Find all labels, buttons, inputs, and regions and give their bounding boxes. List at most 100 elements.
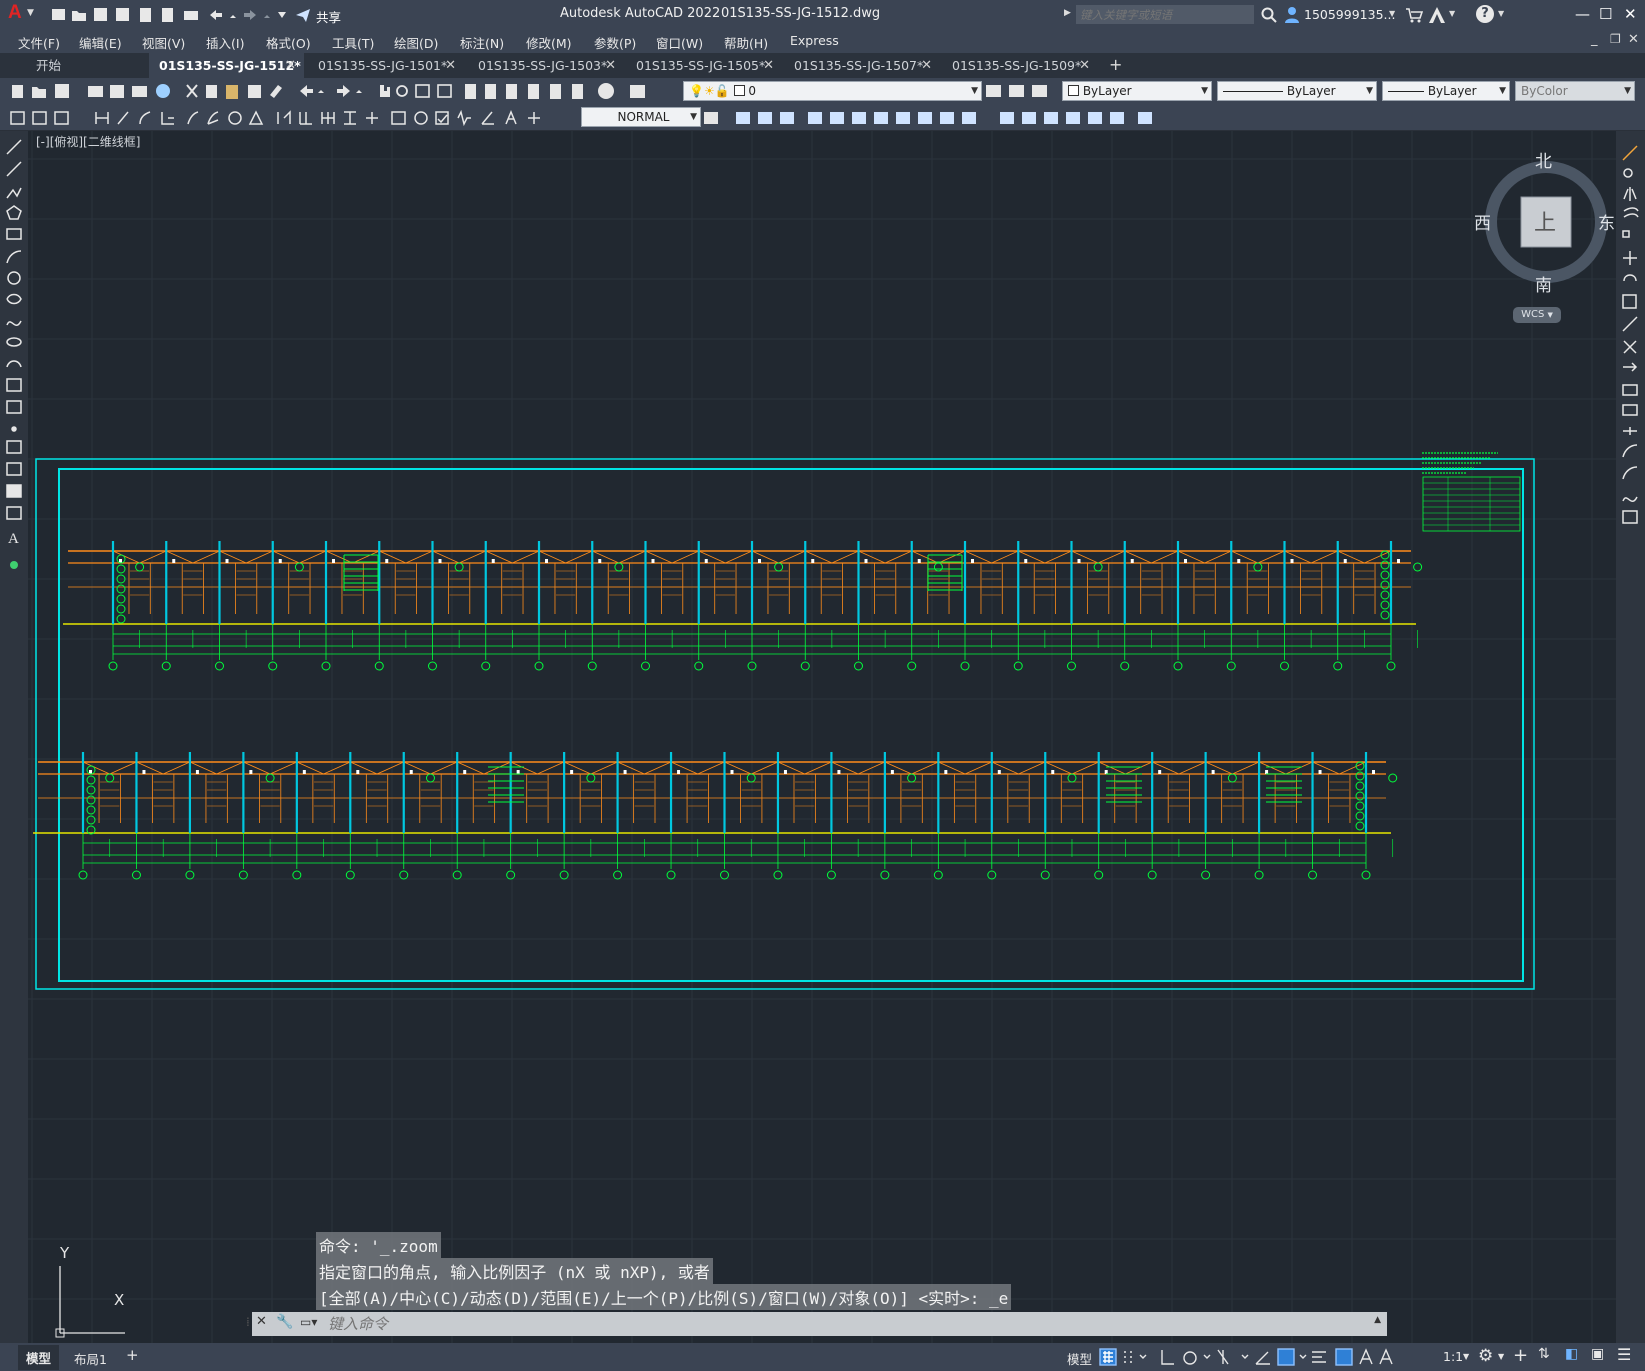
customization-menu-icon[interactable]: ☰: [1617, 1345, 1631, 1364]
ellipse-arc-icon[interactable]: [6, 360, 22, 368]
model-space-canvas[interactable]: [-][俯视][二维线框] 上 北 南 西 东 WCS ▼ Y X 命令: '_…: [28, 131, 1616, 1352]
copy-obj-icon[interactable]: [758, 112, 772, 124]
search-expand-arrow-icon[interactable]: ▶: [1064, 8, 1071, 18]
autodesk-a360-icon[interactable]: [1428, 6, 1446, 24]
edit-polyline-icon[interactable]: [1110, 112, 1124, 124]
command-grip-icon[interactable]: ⁞: [246, 1315, 250, 1329]
tab-start[interactable]: 开始: [26, 53, 146, 78]
user-dropdown-icon[interactable]: ▼: [1389, 9, 1395, 18]
undo-drop-icon[interactable]: [318, 90, 324, 93]
search-input[interactable]: [1076, 5, 1254, 24]
3d-dwf-icon[interactable]: [156, 84, 170, 98]
erase-icon[interactable]: [736, 112, 750, 124]
plot-icon[interactable]: [184, 11, 198, 20]
tab-1505[interactable]: 01S135-SS-JG-1505* ✕: [626, 53, 782, 78]
save-as-icon[interactable]: [116, 8, 129, 21]
menu-tools[interactable]: 工具(T): [332, 33, 374, 52]
offset-icon[interactable]: [1623, 207, 1639, 218]
scale-icon[interactable]: [1622, 294, 1637, 309]
break-icon[interactable]: [1000, 112, 1014, 124]
workspace-dropdown-icon[interactable]: ▼: [1498, 1352, 1504, 1361]
minimize-icon[interactable]: —: [1575, 5, 1590, 23]
layer-state-icon[interactable]: [1032, 85, 1047, 97]
tab-1501[interactable]: 01S135-SS-JG-1501* ✕: [308, 53, 464, 78]
annotation-scale-dropdown-icon[interactable]: ▼: [1463, 1352, 1469, 1361]
snap-icon[interactable]: [1124, 1351, 1132, 1363]
save-icon[interactable]: [55, 84, 69, 98]
redo-icon[interactable]: [337, 85, 350, 97]
design-center-icon[interactable]: [485, 84, 496, 99]
insert-block-icon[interactable]: [6, 378, 22, 392]
jogged-linear-icon[interactable]: [457, 109, 471, 127]
undo-dropdown-icon[interactable]: [230, 15, 236, 18]
lineweight-toggle-icon[interactable]: [1312, 1351, 1326, 1363]
zoom-previous-icon[interactable]: [437, 84, 452, 98]
add-layout-button[interactable]: +: [126, 1346, 139, 1364]
open-icon[interactable]: [72, 11, 86, 21]
iso-dropdown-icon[interactable]: [1241, 1354, 1249, 1359]
menu-dimension[interactable]: 标注(N): [460, 33, 504, 52]
auto-scale-icon[interactable]: [1379, 1348, 1393, 1365]
user-name[interactable]: 1505999135...: [1304, 7, 1395, 22]
redo-dropdown-icon[interactable]: [264, 15, 270, 18]
customize-qat-icon[interactable]: [278, 12, 286, 18]
move-icon[interactable]: [1623, 251, 1637, 265]
mirror-icon[interactable]: [1623, 187, 1637, 201]
continue-icon[interactable]: [321, 112, 335, 124]
menu-express[interactable]: Express: [790, 33, 839, 48]
layer-dropdown[interactable]: 💡☀🔓 0 ▼: [683, 81, 982, 101]
new-tab-button[interactable]: +: [1109, 55, 1122, 74]
scale-icon[interactable]: [896, 112, 910, 124]
match-properties-icon[interactable]: [248, 85, 261, 98]
menu-modify[interactable]: 修改(M): [526, 33, 572, 52]
table-icon[interactable]: [6, 506, 22, 520]
ordinate-icon[interactable]: [161, 112, 174, 125]
autocad-logo[interactable]: A: [8, 2, 22, 24]
linetype-dropdown[interactable]: ByLayer ▼: [1217, 81, 1377, 101]
arc-length-icon[interactable]: [139, 111, 151, 125]
close-icon[interactable]: ✕: [1624, 5, 1637, 23]
open-icon[interactable]: [32, 87, 46, 98]
osnap-dropdown-icon[interactable]: [1299, 1354, 1307, 1359]
redo-drop-icon[interactable]: [356, 90, 362, 93]
tab-1507[interactable]: 01S135-SS-JG-1507* ✕: [784, 53, 940, 78]
offset-icon[interactable]: [808, 112, 822, 124]
menu-draw[interactable]: 绘图(D): [394, 33, 438, 52]
command-close-icon[interactable]: ✕: [256, 1314, 267, 1329]
cut-icon[interactable]: [186, 84, 198, 98]
dim-update-icon[interactable]: [528, 112, 540, 124]
aligned-dim-icon[interactable]: [117, 111, 129, 125]
help-dropdown-icon[interactable]: ▼: [1498, 9, 1504, 18]
polyline-icon[interactable]: [6, 187, 22, 199]
workspace-gear-icon[interactable]: ⚙: [1478, 1346, 1493, 1366]
array-icon[interactable]: [1622, 230, 1630, 238]
create-block-icon[interactable]: [54, 111, 69, 125]
save-icon[interactable]: [94, 8, 107, 21]
tab-1512[interactable]: 01S135-SS-JG-1512* ✕: [149, 53, 304, 78]
cart-icon[interactable]: [1405, 7, 1423, 23]
snap-dropdown-icon[interactable]: [1139, 1354, 1147, 1359]
make-current-icon[interactable]: [986, 85, 1001, 97]
chamfer-icon[interactable]: [1622, 444, 1638, 458]
doc-minimize-icon[interactable]: _: [1591, 32, 1598, 47]
spline-icon[interactable]: [6, 320, 22, 327]
trim-icon[interactable]: [1623, 340, 1637, 354]
customize-wrench-icon[interactable]: 🔧: [276, 1314, 293, 1330]
gradient-icon[interactable]: [6, 462, 22, 476]
dimstyle-dropdown[interactable]: NORMAL ▼: [581, 107, 701, 127]
share-label[interactable]: 共享: [316, 7, 341, 26]
erase-icon[interactable]: [1622, 145, 1638, 161]
break-at-point-icon[interactable]: [1622, 384, 1638, 396]
tab-close-icon[interactable]: ✕: [921, 53, 932, 78]
trim-icon[interactable]: [940, 112, 954, 124]
dim-space-icon[interactable]: [344, 111, 356, 125]
isodraft-icon[interactable]: [1217, 1349, 1229, 1365]
construction-line-icon[interactable]: [6, 161, 22, 177]
annotation-visibility-icon[interactable]: [1359, 1348, 1373, 1365]
zoom-realtime-icon[interactable]: [396, 85, 408, 97]
fillet-icon[interactable]: [1622, 466, 1638, 480]
move-icon[interactable]: [852, 112, 866, 124]
app-menu-arrow-icon[interactable]: ▼: [27, 8, 34, 18]
markup-icon[interactable]: [550, 84, 561, 99]
make-block-icon[interactable]: [6, 400, 22, 414]
